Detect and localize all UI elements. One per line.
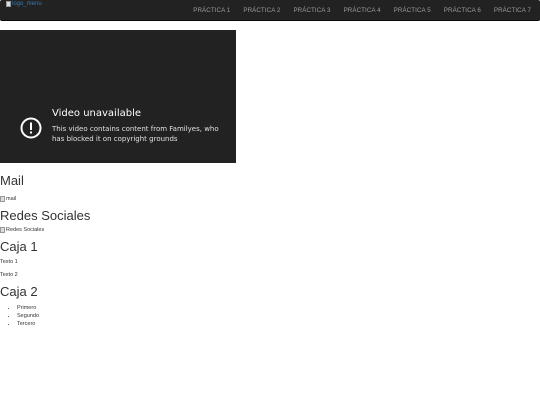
broken-image-icon — [6, 1, 11, 7]
redes-sociales-image-alt: Redes Sociales — [6, 227, 45, 233]
alert-icon — [20, 117, 42, 139]
section-heading-mail: Mail — [0, 173, 24, 188]
section-heading-caja-1: Caja 1 — [0, 239, 38, 254]
section-heading-redes-sociales: Redes Sociales — [0, 208, 91, 223]
nav-item-practica-4[interactable]: PRÁCTICA 4 — [344, 7, 381, 15]
section-heading-caja-2: Caja 2 — [0, 284, 38, 299]
navbar: logo_menu PRÁCTICA 1 PRÁCTICA 2 PRÁCTICA… — [0, 0, 540, 21]
nav-item-practica-3[interactable]: PRÁCTICA 3 — [293, 7, 330, 15]
list-item: Primero — [17, 304, 540, 312]
mail-image-alt: mail — [6, 196, 17, 202]
broken-image-icon — [0, 227, 5, 233]
broken-image-icon — [0, 196, 5, 202]
video-unavailable-message: This video contains content from Familye… — [52, 125, 219, 143]
logo-alt-text: logo_menu — [12, 1, 42, 7]
list-item: Segundo — [17, 312, 540, 320]
video-unavailable-title: Video unavailable — [52, 108, 142, 119]
redes-sociales-image: Redes Sociales — [0, 226, 540, 234]
nav-menu: PRÁCTICA 1 PRÁCTICA 2 PRÁCTICA 3 PRÁCTIC… — [193, 0, 531, 21]
caja-2-list: Primero Segundo Tercero — [0, 304, 540, 328]
caja-1-text-1: Texto 1 — [0, 259, 18, 265]
video-embed[interactable]: Video unavailable This video contains co… — [0, 30, 236, 163]
caja-1-text-2: Texto 2 — [0, 272, 18, 278]
nav-item-practica-6[interactable]: PRÁCTICA 6 — [444, 7, 481, 15]
nav-item-practica-7[interactable]: PRÁCTICA 7 — [494, 7, 531, 15]
mail-image: mail — [0, 195, 540, 203]
list-item: Tercero — [17, 320, 540, 328]
nav-item-practica-2[interactable]: PRÁCTICA 2 — [243, 7, 280, 15]
main-content: Mail mail Redes Sociales Redes Sociales … — [0, 166, 540, 328]
logo-link[interactable]: logo_menu — [6, 1, 42, 7]
nav-item-practica-1[interactable]: PRÁCTICA 1 — [193, 7, 230, 15]
nav-item-practica-5[interactable]: PRÁCTICA 5 — [394, 7, 431, 15]
